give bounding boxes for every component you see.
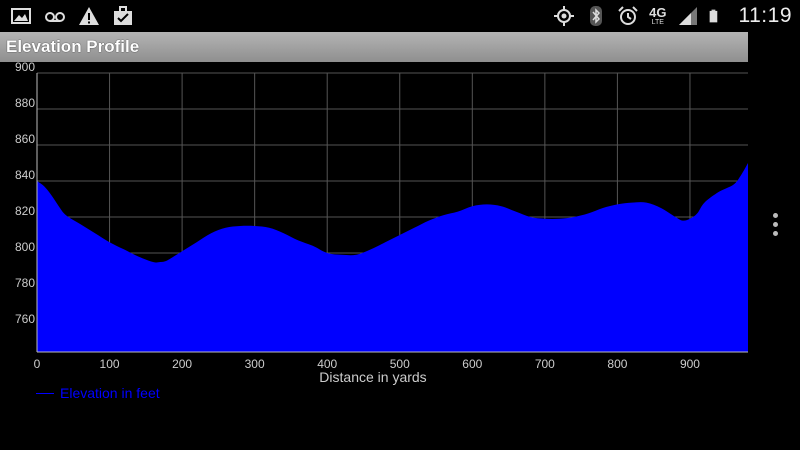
page-title: Elevation Profile: [6, 37, 140, 56]
y-tick-label: 900: [15, 62, 35, 74]
y-tick-label: 860: [15, 132, 35, 146]
status-bar: 4G LTE 11:19: [0, 0, 800, 32]
bluetooth-icon: [590, 6, 603, 26]
signal-icon: [678, 7, 697, 25]
status-left-icons: [10, 5, 134, 27]
y-tick-label: 820: [15, 204, 35, 218]
x-axis-label: Distance in yards: [319, 369, 426, 385]
x-tick-label: 700: [535, 357, 555, 371]
status-clock: 11:19: [738, 4, 792, 27]
gps-icon: [554, 6, 575, 26]
x-tick-label: 800: [607, 357, 627, 371]
chart-legend: Elevation in feet: [36, 385, 160, 401]
title-bar: Elevation Profile: [0, 32, 748, 62]
y-tick-label: 800: [15, 240, 35, 254]
elevation-chart: 0 100 200 300 400 500 600 700 800 900760780800820…: [15, 62, 748, 385]
voicemail-icon: [45, 12, 65, 22]
status-right-icons: 4G LTE 11:19: [553, 4, 792, 28]
network-type-label: 4G: [649, 5, 667, 20]
battery-icon: [709, 9, 717, 23]
alarm-icon: [618, 6, 638, 25]
x-tick-label: 300: [245, 357, 265, 371]
elevation-area: [37, 163, 748, 352]
x-tick-label: 200: [172, 357, 192, 371]
network-subtype-label: LTE: [651, 19, 664, 26]
briefcase-icon: [114, 6, 132, 25]
y-tick-label: 880: [15, 96, 35, 110]
x-tick-label: 0: [34, 357, 41, 371]
y-tick-label: 840: [15, 168, 35, 182]
x-tick-label: 900: [680, 357, 700, 371]
x-tick-label: 100: [100, 357, 120, 371]
x-tick-label: 600: [462, 357, 482, 371]
legend-label: Elevation in feet: [60, 385, 160, 401]
gallery-icon: [11, 8, 31, 24]
warning-icon: [79, 7, 99, 25]
y-tick-label: 760: [15, 312, 35, 326]
legend-swatch: [36, 392, 54, 394]
y-tick-label: 780: [15, 276, 35, 290]
network-type-indicator: 4G LTE: [649, 6, 666, 26]
